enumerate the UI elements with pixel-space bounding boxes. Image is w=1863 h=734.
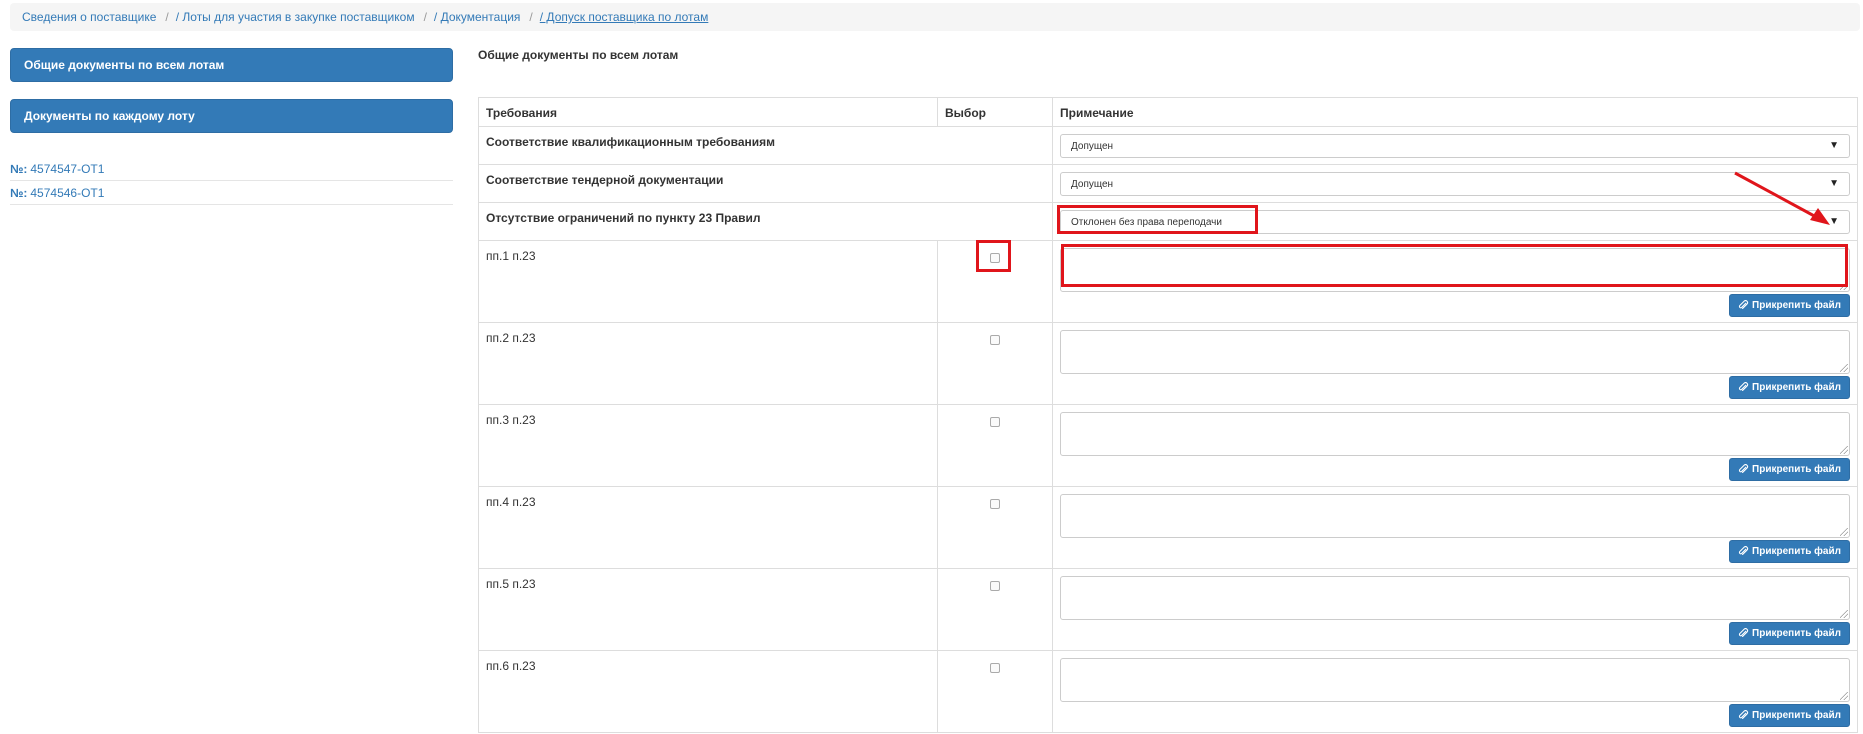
- table-row: Отсутствие ограничений по пункту 23 Прав…: [478, 202, 1858, 241]
- note-textarea[interactable]: [1060, 576, 1850, 620]
- column-header-choice: Выбор: [937, 97, 1053, 127]
- sub-item-label: пп.5 п.23: [486, 577, 536, 591]
- chevron-down-icon: ▼: [1829, 140, 1839, 151]
- paperclip-icon: [1738, 628, 1749, 637]
- general-documents-button[interactable]: Общие документы по всем лотам: [10, 48, 453, 82]
- choice-checkbox[interactable]: [990, 335, 1000, 345]
- breadcrumb-supplier-info[interactable]: Сведения о поставщике: [22, 10, 156, 24]
- breadcrumb-separator: /: [165, 10, 169, 24]
- resize-handle-icon[interactable]: [1840, 364, 1848, 372]
- resize-handle-icon[interactable]: [1840, 692, 1848, 700]
- status-select-value: Допущен: [1071, 141, 1114, 152]
- page-title: Общие документы по всем лотам: [478, 48, 679, 62]
- table-row: пп.6 п.23 Прикрепить файл: [478, 650, 1858, 733]
- table-row: пп.1 п.23 Прикрепить файл: [478, 240, 1858, 323]
- status-select-value: Допущен: [1071, 179, 1114, 190]
- breadcrumb-supplier-admission[interactable]: / Допуск поставщика по лотам: [540, 10, 709, 24]
- attach-file-button[interactable]: Прикрепить файл: [1729, 294, 1850, 317]
- attach-file-label: Прикрепить файл: [1752, 546, 1841, 557]
- choice-checkbox[interactable]: [990, 663, 1000, 673]
- table-row: пп.2 п.23 Прикрепить файл: [478, 322, 1858, 405]
- table-row: пп.3 п.23 Прикрепить файл: [478, 404, 1858, 487]
- note-textarea[interactable]: [1060, 658, 1850, 702]
- lot-number-prefix: №:: [10, 185, 28, 200]
- lot-number[interactable]: 4574547-ОТ1: [30, 162, 104, 176]
- arrow-annotation-icon: [1734, 171, 1830, 225]
- attach-file-button[interactable]: Прикрепить файл: [1729, 376, 1850, 399]
- sub-item-label: пп.6 п.23: [486, 659, 536, 673]
- paperclip-icon: [1738, 710, 1749, 719]
- sub-item-label: пп.2 п.23: [486, 331, 536, 345]
- note-textarea[interactable]: [1060, 412, 1850, 456]
- table-row: пп.5 п.23 Прикрепить файл: [478, 568, 1858, 651]
- requirement-label: Отсутствие ограничений по пункту 23 Прав…: [486, 211, 761, 225]
- table-row: пп.4 п.23 Прикрепить файл: [478, 486, 1858, 569]
- requirements-table: Требования Выбор Примечание Соответствие…: [478, 97, 1858, 733]
- attach-file-button[interactable]: Прикрепить файл: [1729, 458, 1850, 481]
- resize-handle-icon[interactable]: [1840, 282, 1848, 290]
- lot-number-prefix: №:: [10, 161, 28, 176]
- sub-item-label: пп.4 п.23: [486, 495, 536, 509]
- column-header-note: Примечание: [1052, 97, 1858, 127]
- note-textarea[interactable]: [1060, 494, 1850, 538]
- choice-checkbox[interactable]: [990, 581, 1000, 591]
- paperclip-icon: [1738, 464, 1749, 473]
- note-textarea[interactable]: [1060, 330, 1850, 374]
- column-header-requirements: Требования: [478, 97, 938, 127]
- per-lot-documents-button[interactable]: Документы по каждому лоту: [10, 99, 453, 133]
- breadcrumb-documentation[interactable]: / Документация: [434, 10, 521, 24]
- attach-file-label: Прикрепить файл: [1752, 382, 1841, 393]
- note-textarea[interactable]: [1060, 248, 1850, 292]
- resize-handle-icon[interactable]: [1840, 446, 1848, 454]
- breadcrumb-separator: /: [529, 10, 533, 24]
- lot-link[interactable]: №: 4574546-ОТ1: [10, 181, 453, 205]
- attach-file-button[interactable]: Прикрепить файл: [1729, 540, 1850, 563]
- attach-file-button[interactable]: Прикрепить файл: [1729, 704, 1850, 727]
- sub-item-label: пп.1 п.23: [486, 249, 536, 263]
- table-row: Соответствие тендерной документации Допу…: [478, 164, 1858, 203]
- attach-file-label: Прикрепить файл: [1752, 710, 1841, 721]
- status-select-value: Отклонен без права переподачи: [1071, 217, 1222, 228]
- breadcrumb-separator: /: [423, 10, 427, 24]
- attach-file-button[interactable]: Прикрепить файл: [1729, 622, 1850, 645]
- paperclip-icon: [1738, 382, 1749, 391]
- resize-handle-icon[interactable]: [1840, 528, 1848, 536]
- choice-checkbox[interactable]: [990, 499, 1000, 509]
- attach-file-label: Прикрепить файл: [1752, 628, 1841, 639]
- paperclip-icon: [1738, 300, 1749, 309]
- requirement-label: Соответствие квалификационным требования…: [486, 135, 776, 149]
- lot-number[interactable]: 4574546-ОТ1: [30, 186, 104, 200]
- breadcrumb-supplier-lots[interactable]: / Лоты для участия в закупке поставщиком: [176, 10, 415, 24]
- attach-file-label: Прикрепить файл: [1752, 464, 1841, 475]
- breadcrumb: Сведения о поставщике / / Лоты для участ…: [10, 3, 1860, 31]
- resize-handle-icon[interactable]: [1840, 610, 1848, 618]
- lot-link[interactable]: №: 4574547-ОТ1: [10, 157, 453, 181]
- table-row: Соответствие квалификационным требования…: [478, 126, 1858, 165]
- paperclip-icon: [1738, 546, 1749, 555]
- attach-file-label: Прикрепить файл: [1752, 300, 1841, 311]
- requirement-label: Соответствие тендерной документации: [486, 173, 724, 187]
- choice-checkbox[interactable]: [990, 417, 1000, 427]
- choice-checkbox[interactable]: [990, 253, 1000, 263]
- sub-item-label: пп.3 п.23: [486, 413, 536, 427]
- status-select[interactable]: Допущен ▼: [1060, 134, 1850, 158]
